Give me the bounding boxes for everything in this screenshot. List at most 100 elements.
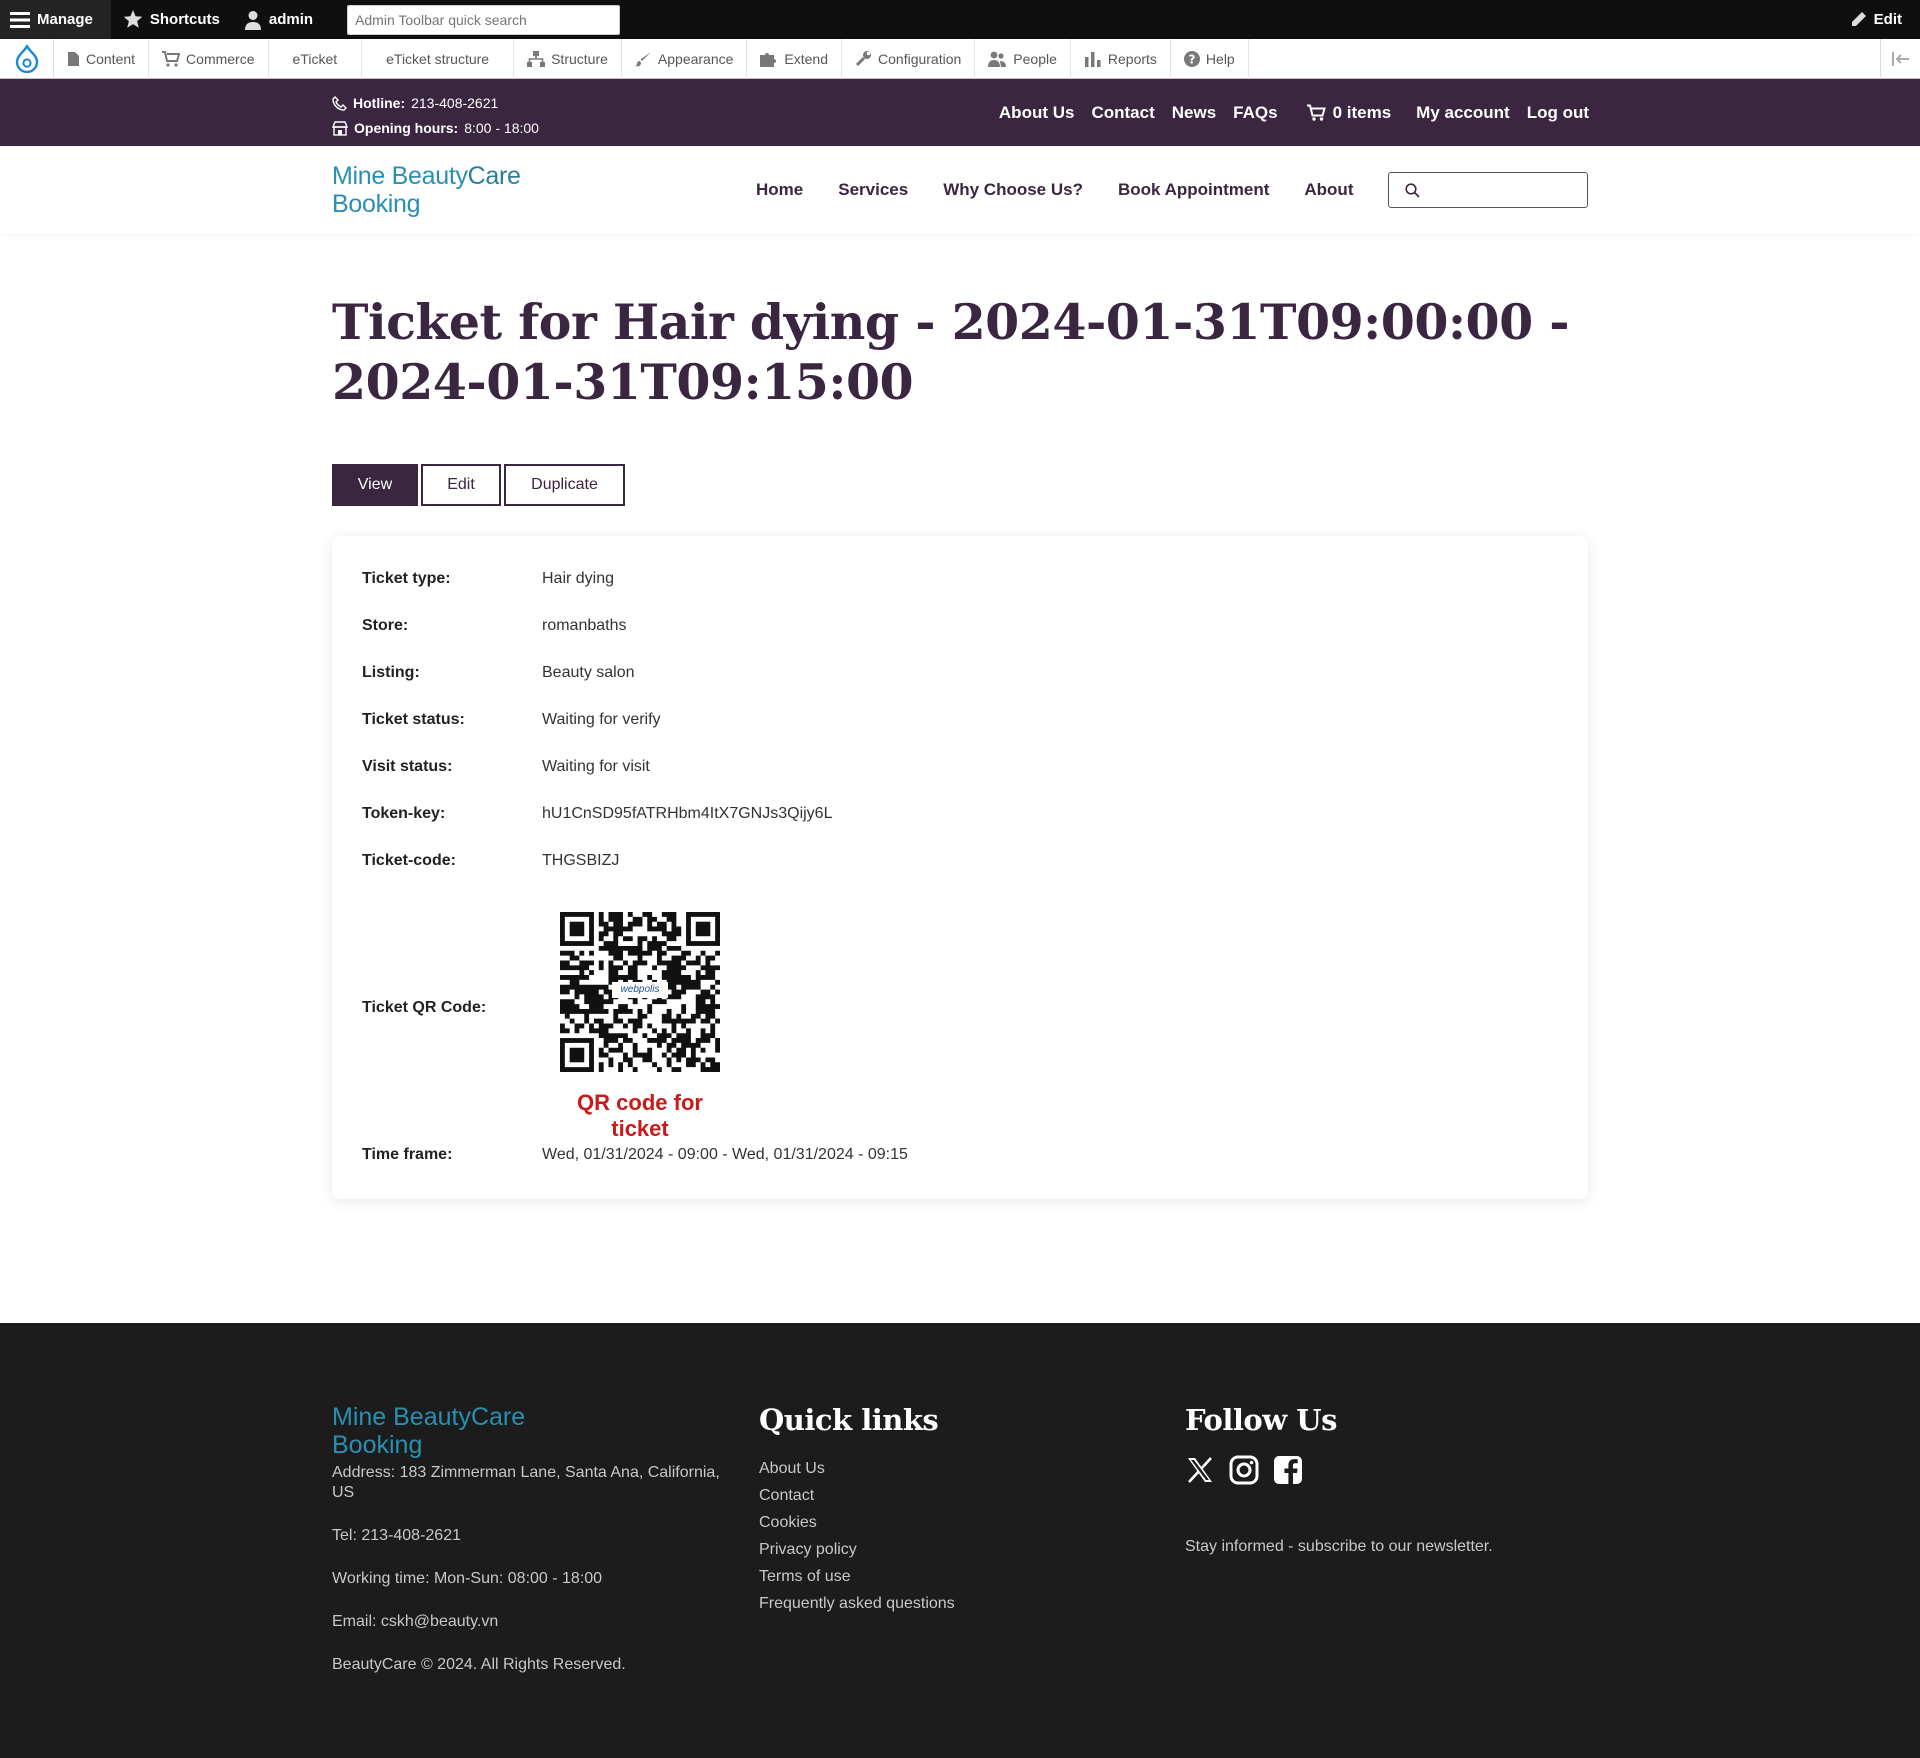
top-link-contact[interactable]: Contact (1091, 103, 1154, 123)
tab-view[interactable]: View (332, 464, 418, 506)
social-links (1185, 1455, 1585, 1485)
bar-chart-icon (1084, 51, 1101, 67)
contact-info: Hotline: 213-408-2621 Opening hours: 8:0… (332, 91, 539, 141)
tray-collapse-button[interactable] (1880, 38, 1920, 79)
tray-item-label: Appearance (657, 50, 734, 67)
logout-link[interactable]: Log out (1527, 103, 1589, 123)
tray-item-configuration[interactable]: Configuration (842, 38, 976, 79)
field-label: Ticket status: (362, 711, 465, 728)
nav-book-appointment[interactable]: Book Appointment (1118, 180, 1269, 200)
tray-item-extend[interactable]: Extend (747, 38, 843, 79)
tray-item-commerce[interactable]: Commerce (149, 38, 269, 79)
tray-item-people[interactable]: People (975, 38, 1071, 79)
field-label: Token-key: (362, 805, 446, 822)
footer-link-terms-of-use[interactable]: Terms of use (759, 1563, 1119, 1590)
footer-working-time: Working time: Mon-Sun: 08:00 - 18:00 (332, 1570, 603, 1587)
logo-line-1: Mine BeautyCare (332, 162, 521, 190)
document-icon (68, 51, 79, 66)
top-link-news[interactable]: News (1172, 103, 1216, 123)
field-visit-status: Visit status: Waiting for visit (362, 758, 650, 776)
footer-address: Address: 183 Zimmerman Lane, Santa Ana, … (332, 1464, 720, 1501)
tab-edit[interactable]: Edit (421, 464, 501, 506)
tray-item-reports[interactable]: Reports (1071, 38, 1171, 79)
quick-links-heading: Quick links (759, 1403, 939, 1437)
footer-link-faq[interactable]: Frequently asked questions (759, 1590, 1119, 1617)
tray-item-label: Structure (551, 50, 608, 67)
tray-item-eticket[interactable]: eTicket (269, 38, 363, 79)
tab-duplicate[interactable]: Duplicate (504, 464, 625, 506)
main-nav: Home Services Why Choose Us? Book Appoin… (756, 146, 1353, 234)
instagram-icon[interactable] (1229, 1455, 1259, 1485)
manage-menu-button[interactable]: Manage (0, 0, 111, 39)
tray-item-appearance[interactable]: Appearance (622, 38, 748, 79)
field-token-key: Token-key: hU1CnSD95fATRHbm4ItX7GNJs3Qij… (362, 805, 832, 823)
tray-item-label: eTicket structure (386, 50, 490, 67)
hamburger-icon (10, 11, 30, 28)
footer-tel: Tel: 213-408-2621 (332, 1527, 461, 1544)
follow-us-heading: Follow Us (1185, 1403, 1337, 1437)
field-label: Ticket type: (362, 570, 451, 587)
site-search-input[interactable] (1388, 172, 1588, 208)
tray-item-label: Reports (1107, 50, 1157, 67)
cart-link[interactable]: 0 items (1306, 102, 1392, 123)
field-value: hU1CnSD95fATRHbm4ItX7GNJs3Qijy6L (542, 805, 833, 822)
tray-item-eticket-structure[interactable]: eTicket structure (362, 38, 515, 79)
footer-quick-links-column: Quick links About Us Contact Cookies Pri… (759, 1403, 1119, 1617)
footer-follow-column: Follow Us Stay informed - subscribe to o… (1185, 1403, 1585, 1557)
my-account-link[interactable]: My account (1416, 103, 1510, 123)
people-icon (988, 51, 1007, 67)
field-value: Beauty salon (542, 664, 635, 681)
shortcuts-button[interactable]: Shortcuts (111, 0, 232, 39)
tray-item-label: eTicket (292, 50, 338, 67)
nav-about[interactable]: About (1304, 180, 1353, 200)
star-icon (123, 10, 143, 28)
x-icon[interactable] (1185, 1455, 1215, 1485)
tray-item-content[interactable]: Content (54, 38, 150, 79)
field-label: Time frame: (362, 1146, 453, 1163)
logo-text-beauty: Mine Beauty (332, 162, 468, 190)
top-link-about-us[interactable]: About Us (999, 103, 1075, 123)
footer-link-privacy-policy[interactable]: Privacy policy (759, 1536, 1119, 1563)
edit-mode-button[interactable]: Edit (1838, 0, 1920, 39)
drupal-drop-icon (15, 44, 38, 73)
nav-home[interactable]: Home (756, 180, 803, 200)
admin-quick-search-input[interactable] (347, 4, 621, 35)
site-logo[interactable]: Mine BeautyCare Booking (332, 162, 521, 218)
hotline-label: Hotline: (353, 95, 406, 111)
manage-label: Manage (37, 11, 93, 28)
tray-item-label: Content (86, 50, 136, 67)
field-label: Store: (362, 617, 409, 634)
footer-link-contact[interactable]: Contact (759, 1482, 1119, 1509)
tray-item-label: Help (1205, 50, 1235, 67)
cart-icon (1306, 104, 1326, 121)
svg-text:?: ? (1188, 52, 1195, 66)
field-time-frame: Time frame: Wed, 01/31/2024 - 09:00 - We… (362, 1146, 908, 1164)
qr-code-container: webpolis QR code for ticket (550, 912, 730, 1142)
shortcuts-label: Shortcuts (149, 11, 220, 28)
field-label: Visit status: (362, 758, 453, 775)
top-link-faqs[interactable]: FAQs (1233, 103, 1277, 123)
field-value: romanbaths (542, 617, 627, 634)
tray-item-help[interactable]: ? Help (1171, 38, 1249, 79)
field-ticket-code: Ticket-code: THGSBIZJ (362, 852, 619, 870)
nav-why-choose-us[interactable]: Why Choose Us? (943, 180, 1083, 200)
paintbrush-icon (634, 51, 651, 66)
field-value: Waiting for verify (542, 711, 661, 728)
hotline-value: 213-408-2621 (411, 95, 499, 111)
top-links: About Us Contact News FAQs 0 items My ac… (999, 79, 1589, 146)
opening-hours: Opening hours: 8:00 - 18:00 (332, 116, 539, 141)
footer-logo[interactable]: Mine BeautyCare Booking (332, 1403, 742, 1459)
field-value: Hair dying (542, 570, 615, 587)
cart-count: 0 items (1332, 102, 1392, 122)
help-icon: ? (1183, 50, 1200, 67)
tray-item-structure[interactable]: Structure (514, 38, 622, 79)
qr-finder-pattern (560, 912, 594, 946)
qr-code-caption: QR code for ticket (577, 1090, 703, 1141)
footer-link-cookies[interactable]: Cookies (759, 1509, 1119, 1536)
footer-link-about-us[interactable]: About Us (759, 1455, 1119, 1482)
logo-text-care: Care (467, 162, 521, 190)
user-menu-button[interactable]: admin (232, 0, 325, 39)
facebook-icon[interactable] (1273, 1455, 1303, 1485)
drupal-home-link[interactable] (0, 38, 54, 79)
nav-services[interactable]: Services (838, 180, 908, 200)
